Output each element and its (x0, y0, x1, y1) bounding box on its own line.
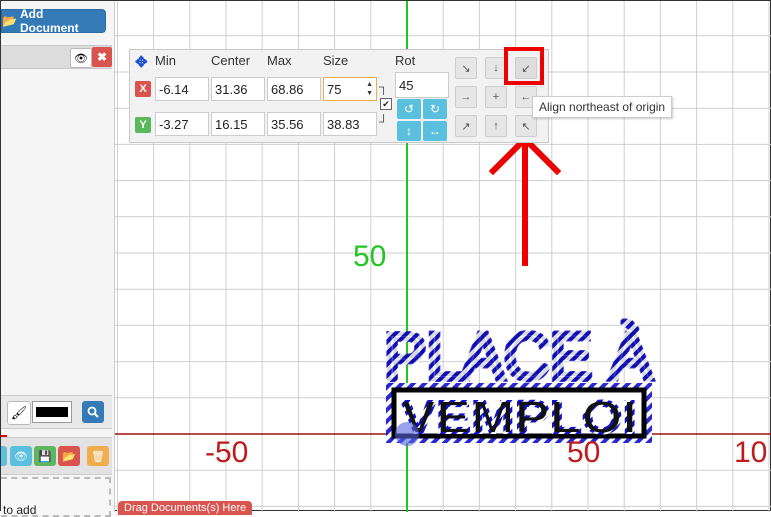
document-row[interactable]: 👁 ✖ (1, 45, 112, 69)
flip-horizontal-icon[interactable]: ↔ (423, 121, 447, 141)
eye-icon[interactable]: 👁 (10, 446, 32, 466)
x-axis-badge: X (135, 81, 151, 97)
annotation-highlight-box (504, 47, 544, 85)
size-link-bracket-top: ┐ (379, 79, 389, 94)
add-document-button[interactable]: 📂 Add Document (1, 7, 106, 35)
drag-documents-banner[interactable]: Drag Documents(s) Here (118, 501, 253, 515)
folder-open-icon[interactable]: 📂 (58, 446, 80, 466)
folder-open-icon: 📂 (2, 14, 17, 28)
y-size-field[interactable]: 38.83 (323, 112, 377, 136)
action-button-partial[interactable] (1, 446, 7, 466)
header-min: Min (155, 53, 176, 68)
flip-vertical-icon[interactable]: ↕ (397, 121, 421, 141)
align-northeast-icon[interactable]: ↗ (455, 115, 477, 137)
left-sidebar: 📂 Add Document 👁 ✖ 🖌 👁 💾 📂 🗑 to add (1, 1, 115, 517)
align-southeast-icon[interactable]: ↘ (455, 57, 477, 79)
x-axis-label-neg50: -50 (205, 436, 249, 469)
y-max-field[interactable]: 35.56 (267, 112, 321, 136)
y-axis-badge: Y (135, 117, 151, 133)
drop-zone[interactable]: to add (1, 477, 111, 517)
x-center-field[interactable]: 31.36 (211, 77, 265, 101)
tooltip: Align northeast of origin (532, 96, 673, 118)
y-axis-label-50: 50 (353, 240, 387, 273)
brush-icon[interactable]: 🖌 (7, 401, 31, 425)
size-link-bracket-bottom: ┘ (379, 114, 389, 129)
artwork-line1-hatch: PLACE À (384, 319, 652, 393)
annotation-arrow (488, 134, 562, 266)
x-axis-label-100: 10 (734, 436, 768, 469)
rotate-ccw-icon[interactable]: ↺ (397, 99, 421, 119)
align-north-icon[interactable]: ↑ (485, 115, 507, 137)
artwork-line2: VEMPLOI (401, 391, 637, 443)
y-center-field[interactable]: 16.15 (211, 112, 265, 136)
document-actions: 👁 💾 📂 🗑 (1, 437, 112, 475)
align-center-icon[interactable]: + (485, 86, 507, 108)
search-icon[interactable] (82, 401, 104, 423)
x-size-field[interactable]: 75 ▲ ▼ (323, 77, 377, 101)
trash-icon[interactable]: 🗑 (87, 446, 109, 466)
origin-handle[interactable] (395, 422, 419, 446)
add-document-label: Add Document (19, 7, 79, 35)
x-max-field[interactable]: 68.86 (267, 77, 321, 101)
header-center: Center (211, 53, 251, 68)
rotate-cw-icon[interactable]: ↻ (423, 99, 447, 119)
header-rot: Rot (395, 53, 416, 68)
transform-panel: ✥ Min Center Max Size Rot X -6.14 31.36 … (129, 49, 549, 143)
color-picker[interactable] (32, 401, 72, 423)
y-min-field[interactable]: -3.27 (155, 112, 209, 136)
rotation-field[interactable]: 45 (395, 72, 449, 98)
x-axis-label-50: 50 (567, 436, 601, 469)
close-icon[interactable]: ✖ (92, 47, 112, 67)
tool-row: 🖌 (1, 395, 112, 429)
x-min-field[interactable]: -6.14 (155, 77, 209, 101)
drop-zone-text: to add (3, 503, 37, 517)
align-east-icon[interactable]: → (455, 86, 477, 108)
lock-ratio-checkbox[interactable]: ✔ (380, 98, 392, 110)
size-stepper-icon[interactable]: ▲ ▼ (366, 80, 373, 98)
eye-icon[interactable]: 👁 (70, 48, 92, 68)
selected-artwork[interactable]: PLACE À PLACE À VEMPLOI (381, 316, 655, 446)
save-icon[interactable]: 💾 (34, 446, 56, 466)
header-max: Max (267, 53, 292, 68)
header-size: Size (323, 53, 349, 68)
align-northwest-icon[interactable]: ↖ (515, 115, 537, 137)
move-icon[interactable]: ✥ (135, 53, 148, 71)
x-size-value: 75 (327, 81, 342, 97)
